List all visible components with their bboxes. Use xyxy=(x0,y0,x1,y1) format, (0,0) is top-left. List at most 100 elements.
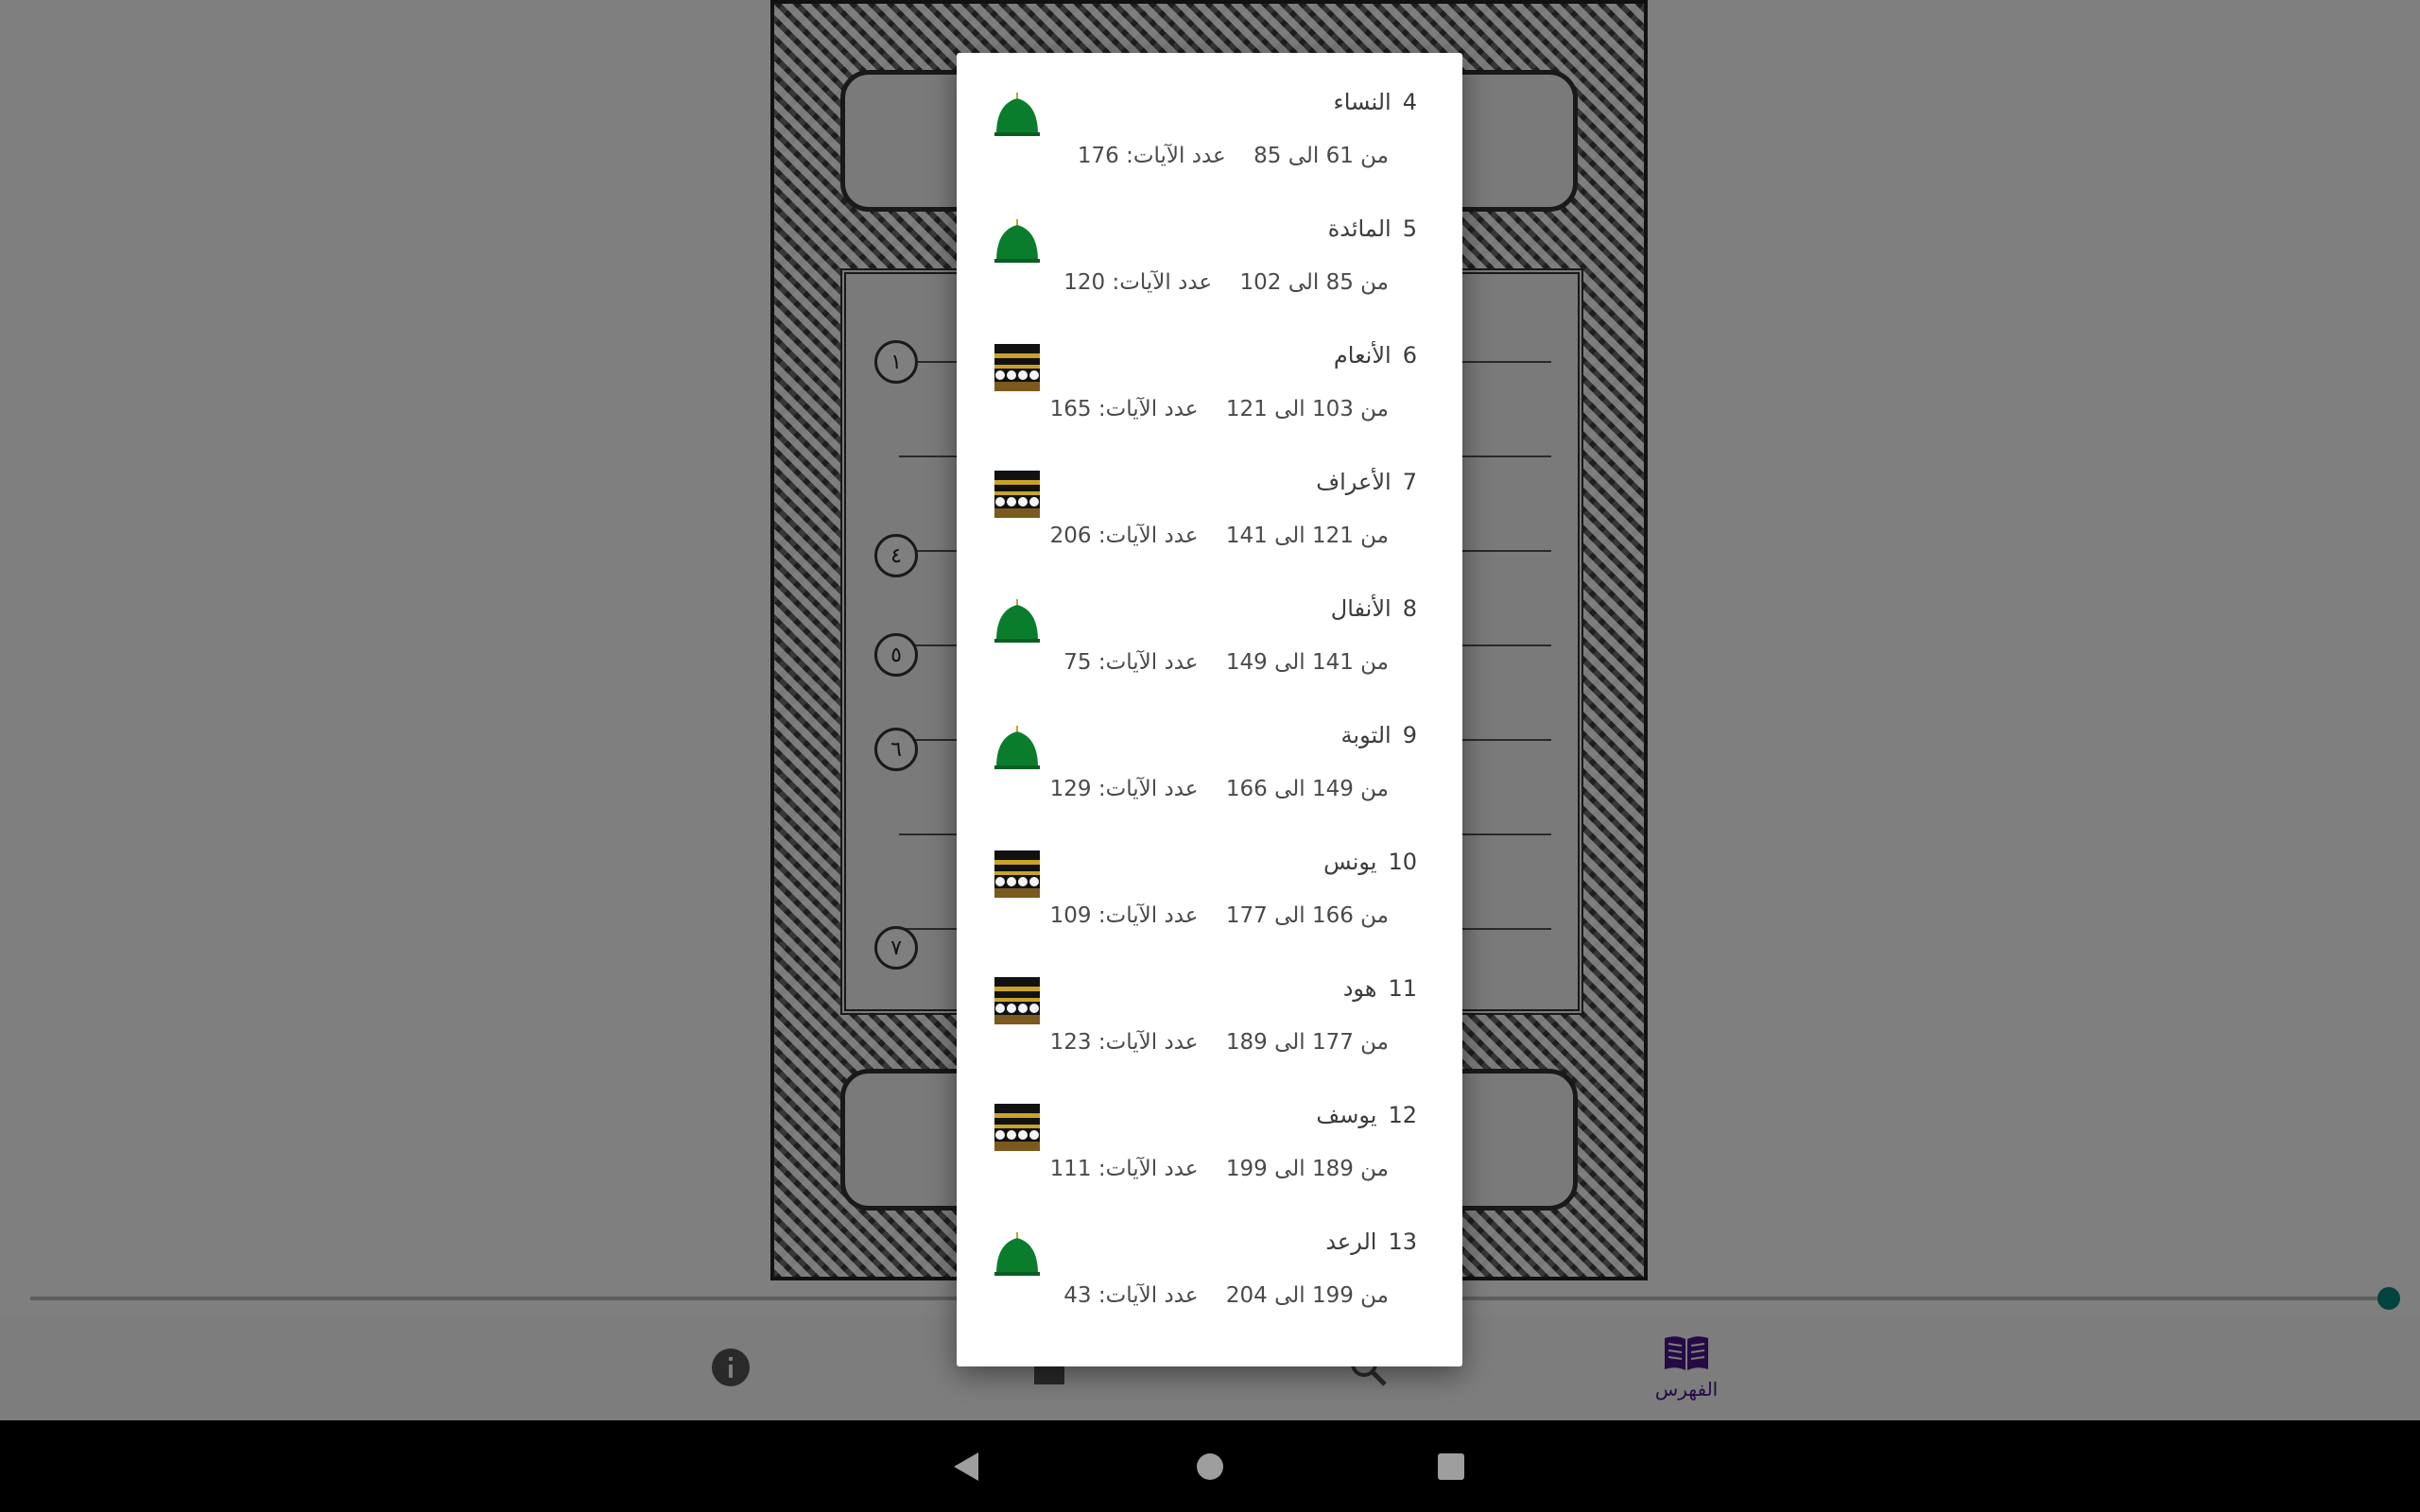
surah-list: 4 النساء من 61 الى 85 عدد الآيات: 176 5 ال… xyxy=(957,53,1462,1319)
ayat-count: 75 xyxy=(1063,650,1092,675)
range-from-page: 177 xyxy=(1311,1030,1354,1055)
surah-number: 11 xyxy=(1388,975,1417,1002)
range-from-label: من xyxy=(1360,903,1389,928)
surah-name: النساء xyxy=(1333,89,1392,115)
revelation-type-icon xyxy=(994,217,1040,265)
surah-page-range: من 85 الى 102 عدد الآيات: 120 xyxy=(1063,270,1389,295)
range-from-label: من xyxy=(1360,524,1389,548)
ayat-count: 111 xyxy=(1049,1157,1092,1181)
ayat-count-label: عدد الآيات: xyxy=(1098,903,1199,928)
surah-title: 9 التوبة xyxy=(1341,722,1417,748)
kaaba-icon xyxy=(994,471,1040,518)
surah-title: 5 المائدة xyxy=(1328,215,1417,242)
revelation-type-icon xyxy=(994,597,1040,644)
revelation-type-icon xyxy=(994,1104,1040,1151)
medina-dome-icon xyxy=(994,219,1040,263)
range-to-page: 85 xyxy=(1253,144,1282,168)
surah-name: التوبة xyxy=(1340,722,1392,748)
surah-list-item-5[interactable]: 5 المائدة من 85 الى 102 عدد الآيات: 120 xyxy=(957,180,1462,306)
surah-title: 13 الرعد xyxy=(1325,1228,1417,1255)
range-from-label: من xyxy=(1360,270,1389,295)
surah-page-range: من 166 الى 177 عدد الآيات: 109 xyxy=(1050,903,1389,928)
surah-list-item-12[interactable]: 12 يوسف من 189 الى 199 عدد الآيات: 111 xyxy=(957,1066,1462,1193)
kaaba-icon xyxy=(994,344,1040,391)
surah-number: 8 xyxy=(1402,595,1417,622)
kaaba-icon xyxy=(994,1104,1040,1151)
surah-name: الأعراف xyxy=(1316,469,1392,495)
surah-number: 5 xyxy=(1402,215,1417,242)
range-to-label: الى xyxy=(1274,1157,1305,1181)
surah-list-item-7[interactable]: 7 الأعراف من 121 الى 141 عدد الآيات: 206 xyxy=(957,433,1462,559)
surah-name: يونس xyxy=(1323,849,1377,875)
range-from-label: من xyxy=(1360,777,1389,801)
system-back-button[interactable] xyxy=(909,1420,1023,1512)
surah-number: 7 xyxy=(1402,469,1417,495)
range-to-label: الى xyxy=(1288,270,1320,295)
range-to-page: 177 xyxy=(1225,903,1268,928)
range-to-page: 189 xyxy=(1225,1030,1268,1055)
ayat-count-label: عدد الآيات: xyxy=(1098,777,1199,801)
range-to-label: الى xyxy=(1274,397,1305,421)
surah-page-range: من 61 الى 85 عدد الآيات: 176 xyxy=(1078,144,1389,168)
range-from-label: من xyxy=(1360,144,1389,168)
medina-dome-icon xyxy=(994,599,1040,643)
ayat-count-label: عدد الآيات: xyxy=(1098,650,1199,675)
surah-title: 8 الأنفال xyxy=(1331,595,1417,622)
range-to-label: الى xyxy=(1274,777,1305,801)
surah-title: 10 يونس xyxy=(1323,849,1417,875)
surah-name: الرعد xyxy=(1325,1228,1377,1255)
surah-list-item-6[interactable]: 6 الأنعام من 103 الى 121 عدد الآيات: 165 xyxy=(957,306,1462,433)
surah-list-item-11[interactable]: 11 هود من 177 الى 189 عدد الآيات: 123 xyxy=(957,939,1462,1066)
surah-number: 4 xyxy=(1402,89,1417,115)
ayat-count-label: عدد الآيات: xyxy=(1098,1283,1199,1308)
range-to-label: الى xyxy=(1274,524,1305,548)
range-from-page: 121 xyxy=(1311,524,1354,548)
revelation-type-icon xyxy=(994,977,1040,1024)
kaaba-icon xyxy=(994,977,1040,1024)
ayat-count: 206 xyxy=(1049,524,1092,548)
surah-page-range: من 141 الى 149 عدد الآيات: 75 xyxy=(1063,650,1389,675)
revelation-type-icon xyxy=(994,850,1040,898)
range-from-page: 61 xyxy=(1325,144,1354,168)
range-to-label: الى xyxy=(1274,903,1305,928)
range-from-label: من xyxy=(1360,1030,1389,1055)
range-to-page: 121 xyxy=(1225,397,1268,421)
surah-name: هود xyxy=(1342,975,1377,1002)
system-home-button[interactable] xyxy=(1153,1420,1267,1512)
surah-name: الأنفال xyxy=(1330,595,1392,622)
revelation-type-icon xyxy=(994,91,1040,138)
range-from-page: 189 xyxy=(1311,1157,1354,1181)
medina-dome-icon xyxy=(994,93,1040,136)
medina-dome-icon xyxy=(994,1232,1040,1276)
range-from-label: من xyxy=(1360,1157,1389,1181)
ayat-count: 109 xyxy=(1049,903,1092,928)
ayat-count-label: عدد الآيات: xyxy=(1098,1157,1199,1181)
range-from-label: من xyxy=(1360,1283,1389,1308)
surah-list-item-4[interactable]: 4 النساء من 61 الى 85 عدد الآيات: 176 xyxy=(957,53,1462,180)
surah-list-item-10[interactable]: 10 يونس من 166 الى 177 عدد الآيات: 109 xyxy=(957,813,1462,939)
back-triangle-icon xyxy=(954,1452,978,1481)
ayat-count: 43 xyxy=(1063,1283,1092,1308)
range-to-label: الى xyxy=(1274,1283,1305,1308)
home-circle-icon xyxy=(1197,1452,1223,1480)
ayat-count: 176 xyxy=(1077,144,1119,168)
range-to-page: 102 xyxy=(1239,270,1282,295)
range-to-label: الى xyxy=(1274,650,1305,675)
range-to-page: 204 xyxy=(1225,1283,1268,1308)
system-recents-button[interactable] xyxy=(1394,1420,1508,1512)
surah-list-item-9[interactable]: 9 التوبة من 149 الى 166 عدد الآيات: 129 xyxy=(957,686,1462,813)
surah-number: 6 xyxy=(1402,342,1417,369)
surah-title: 6 الأنعام xyxy=(1334,342,1417,369)
range-to-page: 149 xyxy=(1225,650,1268,675)
surah-page-range: من 121 الى 141 عدد الآيات: 206 xyxy=(1050,524,1389,548)
range-to-page: 166 xyxy=(1225,777,1268,801)
range-from-page: 103 xyxy=(1311,397,1354,421)
surah-list-item-8[interactable]: 8 الأنفال من 141 الى 149 عدد الآيات: 75 xyxy=(957,559,1462,686)
range-to-label: الى xyxy=(1274,1030,1305,1055)
surah-page-range: من 199 الى 204 عدد الآيات: 43 xyxy=(1063,1283,1389,1308)
surah-title: 12 يوسف xyxy=(1316,1102,1417,1128)
surah-title: 4 النساء xyxy=(1333,89,1417,115)
surah-index-dialog: 4 النساء من 61 الى 85 عدد الآيات: 176 5 ال… xyxy=(957,53,1462,1366)
surah-list-item-13[interactable]: 13 الرعد من 199 الى 204 عدد الآيات: 43 xyxy=(957,1193,1462,1319)
surah-title: 7 الأعراف xyxy=(1316,469,1417,495)
